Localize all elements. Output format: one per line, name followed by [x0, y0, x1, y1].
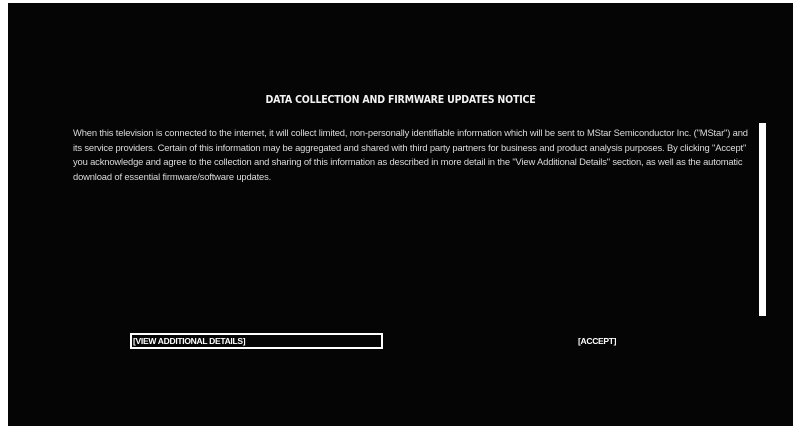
screenshot-frame: DATA COLLECTION AND FIRMWARE UPDATES NOT…	[0, 0, 801, 426]
accept-button[interactable]: [ACCEPT]	[578, 336, 617, 346]
notice-body: When this television is connected to the…	[73, 127, 748, 182]
view-additional-details-button[interactable]: [VIEW ADDITIONAL DETAILS]	[130, 333, 383, 349]
tv-screen: DATA COLLECTION AND FIRMWARE UPDATES NOT…	[8, 3, 793, 426]
notice-title: DATA COLLECTION AND FIRMWARE UPDATES NOT…	[265, 94, 536, 106]
scrollbar[interactable]	[759, 123, 766, 316]
